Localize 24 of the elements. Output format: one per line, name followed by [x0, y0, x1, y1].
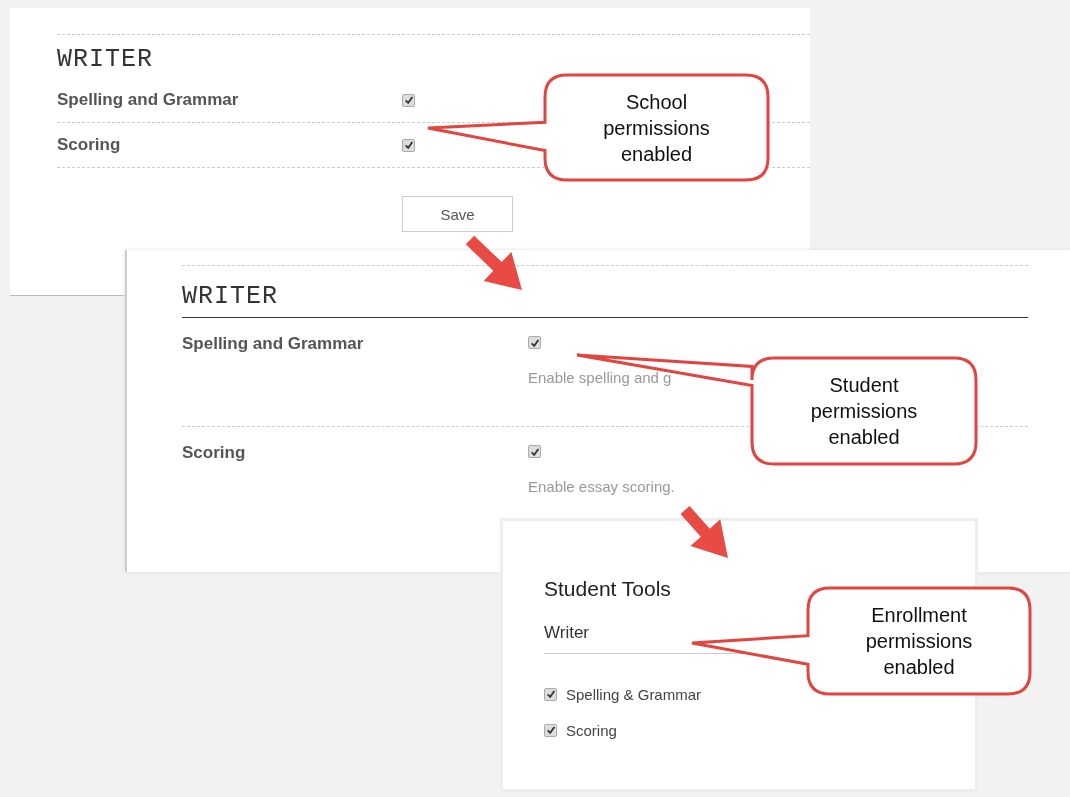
setting-label: Spelling and Grammar [182, 333, 365, 355]
arrow [680, 506, 728, 558]
checkbox[interactable] [528, 336, 541, 349]
option-label: Scoring [566, 721, 617, 739]
setting-description: Enable essay scoring. [528, 478, 675, 495]
setting-label: Spelling and Grammar [57, 90, 240, 110]
arrow [465, 235, 522, 290]
setting-description: Enable spelling and g [528, 369, 672, 386]
setting-label: Scoring [57, 135, 122, 155]
option-label: Spelling & Grammar [566, 685, 702, 703]
section-heading: WRITER [57, 44, 154, 76]
save-button[interactable]: Save [402, 196, 513, 232]
checkbox[interactable] [402, 138, 415, 152]
setting-label: Scoring [182, 442, 247, 464]
section-label: Writer [544, 623, 589, 643]
checkbox[interactable] [544, 723, 557, 737]
checkbox[interactable] [402, 93, 415, 107]
callout-text: Enrollment permissions enabled [864, 603, 974, 680]
callout-text: Student permissions enabled [809, 373, 919, 450]
section-heading: WRITER [182, 281, 279, 313]
checkbox[interactable] [528, 445, 541, 458]
checkbox[interactable] [544, 687, 557, 701]
callout-text: School permissions enabled [602, 90, 711, 167]
panel-title: Student Tools [544, 577, 672, 601]
